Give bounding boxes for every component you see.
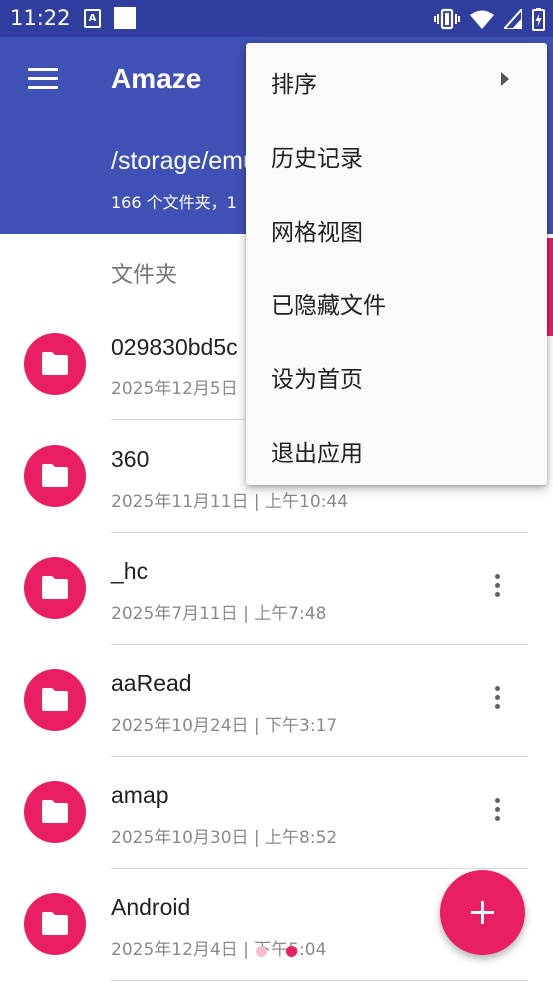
- menu-item-label: 退出应用: [271, 441, 363, 467]
- square-icon: [114, 7, 136, 29]
- folder-icon: [24, 781, 86, 843]
- system-icons: [434, 7, 545, 31]
- more-options-icon[interactable]: [486, 574, 508, 604]
- more-options-icon[interactable]: [486, 798, 508, 828]
- file-name: 360: [111, 446, 150, 472]
- battery-charging-icon: [532, 7, 545, 31]
- menu-item-grid-view[interactable]: 网格视图: [246, 191, 547, 265]
- folder-icon: [24, 445, 86, 507]
- overflow-menu: 排序 历史记录 网格视图 已隐藏文件 设为首页 退出应用: [246, 43, 547, 485]
- file-date: 2025年11月11日 | 上午10:44: [111, 492, 349, 512]
- divider: [111, 980, 528, 981]
- folder-icon: [24, 557, 86, 619]
- folder-icon: [24, 333, 86, 395]
- menu-item-set-home[interactable]: 设为首页: [246, 338, 547, 412]
- hamburger-menu-icon[interactable]: [28, 68, 58, 92]
- folder-summary: 166 个文件夹，1: [111, 193, 237, 212]
- file-name: 029830bd5c: [111, 334, 238, 360]
- list-item[interactable]: _hc 2025年7月11日 | 上午7:48: [0, 533, 553, 645]
- accessibility-a-icon: A: [84, 9, 101, 28]
- menu-item-exit[interactable]: 退出应用: [246, 412, 547, 486]
- menu-item-label: 网格视图: [271, 220, 363, 246]
- file-name: Android: [111, 894, 191, 920]
- section-header-folders: 文件夹: [111, 263, 178, 288]
- list-item[interactable]: amap 2025年10月30日 | 上午8:52: [0, 757, 553, 869]
- list-item[interactable]: aaRead 2025年10月24日 | 下午3:17: [0, 645, 553, 757]
- file-name: _hc: [111, 558, 149, 584]
- file-date: 2025年10月24日 | 下午3:17: [111, 716, 338, 736]
- submenu-arrow-icon: [501, 72, 509, 86]
- menu-item-label: 设为首页: [271, 367, 363, 393]
- file-date: 2025年7月11日 | 上午7:48: [111, 604, 327, 624]
- signal-icon: [504, 9, 522, 29]
- menu-item-label: 已隐藏文件: [271, 293, 386, 319]
- menu-item-label: 历史记录: [271, 146, 363, 172]
- menu-item-history[interactable]: 历史记录: [246, 117, 547, 191]
- add-fab-button[interactable]: [440, 870, 525, 955]
- file-name: amap: [111, 782, 169, 808]
- file-date: 2025年12月5日: [111, 379, 238, 399]
- vibrate-icon: [434, 8, 460, 30]
- file-date: 2025年10月30日 | 上午8:52: [111, 828, 338, 848]
- page-dot-inactive: [256, 946, 267, 957]
- menu-item-hidden-files[interactable]: 已隐藏文件: [246, 264, 547, 338]
- page-dot-active: [286, 946, 297, 957]
- status-bar: 11:22 A: [0, 0, 553, 37]
- menu-item-label: 排序: [271, 72, 317, 98]
- folder-icon: [24, 893, 86, 955]
- status-time: 11:22: [10, 6, 71, 30]
- file-name: aaRead: [111, 670, 192, 696]
- more-options-icon[interactable]: [486, 686, 508, 716]
- menu-item-sort[interactable]: 排序: [246, 43, 547, 117]
- folder-icon: [24, 669, 86, 731]
- app-title: Amaze: [111, 63, 202, 94]
- wifi-icon: [470, 10, 494, 29]
